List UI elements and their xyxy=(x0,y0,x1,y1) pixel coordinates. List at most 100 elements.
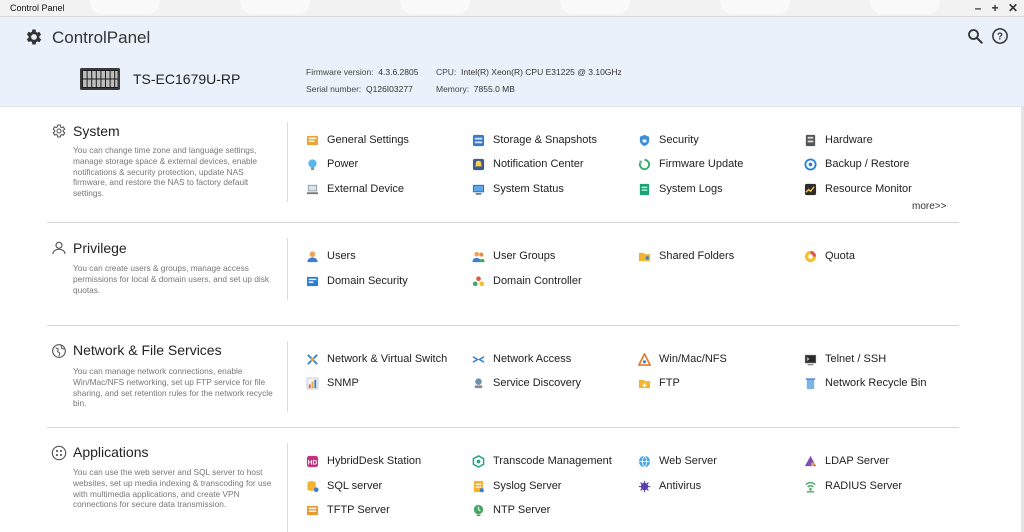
section-description-system: You can change time zone and language se… xyxy=(73,145,258,199)
transcode-management-label: Transcode Management xyxy=(493,455,612,467)
memory-label: Memory: xyxy=(436,84,470,94)
domain-security-label: Domain Security xyxy=(327,275,408,287)
quota-icon xyxy=(804,250,817,262)
security-item[interactable]: Security xyxy=(638,132,699,148)
radius-server-item[interactable]: RADIUS Server xyxy=(804,478,902,494)
system-logs-item[interactable]: System Logs xyxy=(638,181,723,197)
close-icon[interactable]: ✕ xyxy=(1006,1,1020,15)
domain-controller-icon xyxy=(472,275,485,286)
backup-restore-item[interactable]: Backup / Restore xyxy=(804,156,909,172)
user-groups-item[interactable]: User Groups xyxy=(472,248,555,264)
win-mac-nfs-icon xyxy=(638,352,651,366)
ntp-server-item[interactable]: NTP Server xyxy=(472,502,550,518)
domain-security-item[interactable]: Domain Security xyxy=(306,273,408,289)
antivirus-item[interactable]: Antivirus xyxy=(638,478,701,494)
hardware-label: Hardware xyxy=(825,134,873,146)
snmp-label: SNMP xyxy=(327,377,359,389)
notification-center-item[interactable]: Notification Center xyxy=(472,156,584,172)
window-title-bar: Control Panel – + ✕ xyxy=(0,0,1024,17)
network-virtual-switch-item[interactable]: Network & Virtual Switch xyxy=(306,351,447,367)
security-label: Security xyxy=(659,134,699,146)
syslog-server-item[interactable]: Syslog Server xyxy=(472,478,561,494)
backup-restore-label: Backup / Restore xyxy=(825,158,910,170)
resource-monitor-item[interactable]: Resource Monitor xyxy=(804,181,912,197)
maximize-icon[interactable]: + xyxy=(988,1,1002,15)
web-server-icon xyxy=(638,455,651,467)
hardware-icon xyxy=(805,134,816,146)
tftp-server-icon xyxy=(306,505,319,515)
firmware-update-label: Firmware Update xyxy=(659,158,744,170)
syslog-server-icon xyxy=(473,480,484,492)
ftp-item[interactable]: FTP xyxy=(638,375,680,391)
users-icon xyxy=(307,250,318,262)
telnet-ssh-item[interactable]: Telnet / SSH xyxy=(804,351,886,367)
cpu-value: Intel(R) Xeon(R) CPU E31225 @ 3.10GHz xyxy=(461,67,622,77)
external-device-icon xyxy=(306,184,319,194)
sql-server-item[interactable]: SQL server xyxy=(306,478,382,494)
win-mac-nfs-item[interactable]: Win/Mac/NFS xyxy=(638,351,727,367)
system-logs-label: System Logs xyxy=(659,183,723,195)
storage-icon xyxy=(472,134,485,146)
hybriddesk-station-item[interactable]: HD HybridDesk Station xyxy=(306,453,421,469)
notification-icon xyxy=(472,158,485,170)
serial-value: Q126I03277 xyxy=(366,84,413,94)
network-recycle-bin-label: Network Recycle Bin xyxy=(825,377,927,389)
users-item[interactable]: Users xyxy=(306,248,356,264)
network-access-icon xyxy=(472,355,485,363)
svg-text:?: ? xyxy=(997,31,1003,42)
section-title-network: Network & File Services xyxy=(73,342,222,358)
service-discovery-item[interactable]: Service Discovery xyxy=(472,375,581,391)
firmware-version: Firmware version: 4.3.6.2805 xyxy=(306,67,418,77)
ftp-label: FTP xyxy=(659,377,680,389)
more-link[interactable]: more>> xyxy=(912,201,946,212)
hybriddesk-icon: HD xyxy=(306,455,319,467)
network-access-item[interactable]: Network Access xyxy=(472,351,571,367)
memory-info: Memory: 7855.0 MB xyxy=(436,84,515,94)
apps-icon xyxy=(51,445,67,461)
storage-snapshots-label: Storage & Snapshots xyxy=(493,134,597,146)
firmware-update-icon xyxy=(638,158,651,170)
ldap-server-item[interactable]: LDAP Server xyxy=(804,453,889,469)
titlebar-decoration xyxy=(240,0,310,14)
win-mac-nfs-label: Win/Mac/NFS xyxy=(659,353,727,365)
domain-controller-item[interactable]: Domain Controller xyxy=(472,273,582,289)
help-icon[interactable]: ? xyxy=(991,27,1009,45)
general-settings-item[interactable]: General Settings xyxy=(306,132,409,148)
antivirus-label: Antivirus xyxy=(659,480,702,492)
users-label: Users xyxy=(327,250,356,262)
system-status-label: System Status xyxy=(493,183,564,195)
system-status-item[interactable]: System Status xyxy=(472,181,564,197)
external-device-item[interactable]: External Device xyxy=(306,181,404,197)
user-groups-icon xyxy=(472,251,485,262)
minimize-icon[interactable]: – xyxy=(971,1,985,15)
tftp-server-label: TFTP Server xyxy=(327,504,390,516)
cpu-label: CPU: xyxy=(436,67,457,77)
titlebar-decoration xyxy=(870,0,940,14)
section-divider xyxy=(287,122,288,202)
recycle-bin-icon xyxy=(805,377,816,389)
web-server-label: Web Server xyxy=(659,455,717,467)
power-label: Power xyxy=(327,158,359,170)
general-settings-icon xyxy=(306,135,319,145)
notification-center-label: Notification Center xyxy=(493,158,584,170)
search-icon[interactable] xyxy=(966,27,984,45)
tftp-server-item[interactable]: TFTP Server xyxy=(306,502,390,518)
web-server-item[interactable]: Web Server xyxy=(638,453,717,469)
ntp-server-label: NTP Server xyxy=(493,504,551,516)
power-item[interactable]: Power xyxy=(306,156,358,172)
section-description-network: You can manage network connections, enab… xyxy=(73,366,273,409)
firmware-update-item[interactable]: Firmware Update xyxy=(638,156,743,172)
shared-folders-label: Shared Folders xyxy=(659,250,735,262)
storage-snapshots-item[interactable]: Storage & Snapshots xyxy=(472,132,597,148)
titlebar-decoration xyxy=(400,0,470,14)
section-description-applications: You can use the web server and SQL serve… xyxy=(73,467,272,510)
section-title-privilege: Privilege xyxy=(73,240,127,256)
memory-value: 7855.0 MB xyxy=(473,84,515,94)
shared-folders-item[interactable]: Shared Folders xyxy=(638,248,734,264)
transcode-management-item[interactable]: Transcode Management xyxy=(472,453,612,469)
hardware-item[interactable]: Hardware xyxy=(804,132,873,148)
snmp-item[interactable]: SNMP xyxy=(306,375,359,391)
firmware-value: 4.3.6.2805 xyxy=(378,67,419,77)
quota-item[interactable]: Quota xyxy=(804,248,855,264)
network-recycle-bin-item[interactable]: Network Recycle Bin xyxy=(804,375,926,391)
